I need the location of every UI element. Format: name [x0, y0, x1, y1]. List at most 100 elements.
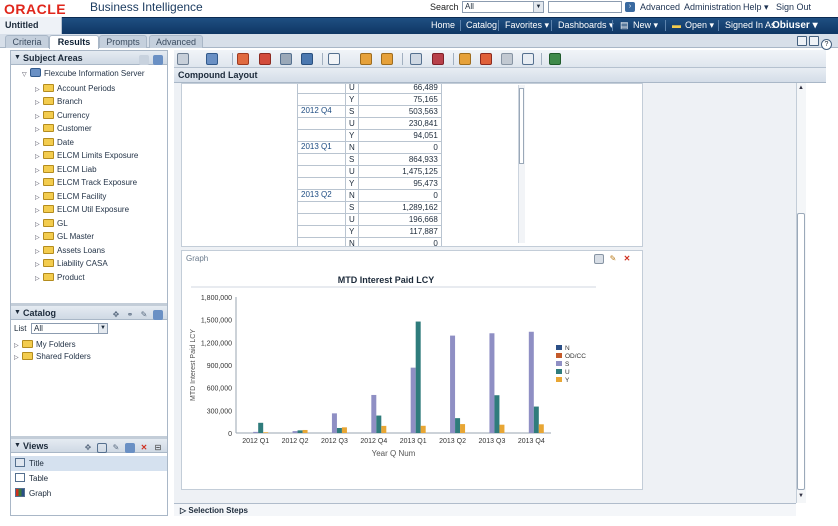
tab-criteria[interactable]: Criteria [5, 35, 49, 48]
tree-folder[interactable]: ▷ Assets Loans [35, 244, 105, 257]
toolbar-separator [322, 53, 323, 65]
tree-folder[interactable]: ▷ Account Periods [35, 82, 115, 95]
search-icon[interactable]: ✥ [111, 310, 121, 320]
collapse-icon[interactable]: ▼ [14, 439, 21, 453]
new-view-icon[interactable] [97, 442, 107, 453]
view-item-title[interactable]: Title [11, 456, 167, 471]
advanced-link[interactable]: Advanced [640, 2, 680, 12]
tree-folder[interactable]: ▷ ELCM Facility [35, 190, 106, 203]
collapse-icon[interactable]: ▼ [14, 51, 21, 65]
expand-icon[interactable]: ▷ [14, 352, 22, 365]
save-icon[interactable] [797, 36, 807, 46]
show-results-icon[interactable] [259, 53, 271, 65]
nav-home[interactable]: Home [431, 17, 455, 34]
refresh-icon[interactable] [153, 54, 163, 65]
new-view-icon[interactable] [328, 53, 340, 65]
view-item-label: Table [29, 474, 49, 483]
help-link[interactable]: Help ▾ [743, 2, 769, 13]
tree-folder[interactable]: ▷ Date [35, 136, 74, 149]
table-row: U 196,668 [297, 213, 442, 226]
search-scope-select[interactable]: All ▼ [462, 1, 544, 13]
properties-icon[interactable]: ⊟ [153, 443, 163, 453]
column-props-icon[interactable] [522, 53, 534, 65]
duplicate-icon[interactable] [125, 442, 135, 453]
tab-prompts[interactable]: Prompts [99, 35, 147, 48]
x-tick-label: 2012 Q3 [321, 438, 348, 445]
tree-folder[interactable]: ▷ Liability CASA [35, 257, 108, 270]
nav-separator [498, 20, 499, 31]
nav-open[interactable]: Open ▾ [685, 17, 714, 34]
save-as-icon[interactable] [809, 36, 819, 46]
scroll-down-icon[interactable]: ▼ [798, 493, 804, 499]
view-item-label: Graph [29, 489, 52, 498]
tree-root[interactable]: ▽ Flexcube Information Server [22, 67, 145, 80]
tab-results[interactable]: Results [49, 35, 99, 49]
nav-catalog[interactable]: Catalog [466, 17, 497, 34]
folder-icon [43, 138, 54, 146]
properties-icon[interactable] [459, 53, 471, 65]
catalog-folder[interactable]: ▷ Shared Folders [14, 350, 91, 363]
add-view-icon[interactable]: ✥ [83, 443, 93, 453]
edit-icon[interactable]: ✎ [139, 310, 149, 320]
tree-folder[interactable]: ▷ Customer [35, 122, 92, 135]
tree-folder[interactable]: ▷ GL [35, 217, 68, 230]
nav-dashboards[interactable]: Dashboards ▾ [558, 17, 614, 34]
add-subject-area-icon[interactable] [139, 54, 149, 65]
view-item-graph[interactable]: Graph [11, 486, 167, 501]
table-row: U 230,841 [297, 117, 442, 130]
refresh-results-icon[interactable] [237, 53, 249, 65]
tree-folder[interactable]: ▷ ELCM Liab [35, 163, 97, 176]
table-scrollbar-thumb[interactable] [519, 88, 524, 164]
sort-icon[interactable] [549, 53, 561, 65]
selection-steps-icon[interactable] [381, 53, 393, 65]
tree-folder[interactable]: ▷ Branch [35, 95, 82, 108]
edit-analysis-icon[interactable] [410, 53, 422, 65]
close-icon[interactable]: ? [821, 39, 832, 50]
value-cell: 230,841 [357, 117, 442, 130]
view-item-table[interactable]: Table [11, 471, 167, 486]
folder-icon [43, 219, 54, 227]
search-go-icon[interactable]: › [625, 2, 635, 12]
quarter-cell [297, 177, 346, 190]
delete-icon[interactable]: ✕ [622, 254, 632, 264]
print-icon[interactable] [177, 53, 189, 65]
value-cell: 94,051 [357, 129, 442, 142]
tab-advanced[interactable]: Advanced [149, 35, 203, 48]
tree-folder[interactable]: ▷ ELCM Track Exposure [35, 176, 137, 189]
folder-icon [43, 124, 54, 132]
format-icon[interactable] [480, 53, 492, 65]
administration-link[interactable]: Administration [684, 2, 741, 12]
expand-icon[interactable]: ▽ [22, 69, 30, 82]
pdf-preview-icon[interactable] [301, 53, 313, 65]
delete-icon[interactable]: ✕ [139, 443, 149, 453]
value-cell: 196,668 [357, 213, 442, 226]
merge-icon[interactable] [501, 53, 513, 65]
sign-out-link[interactable]: Sign Out [776, 2, 811, 12]
print-preview-icon[interactable] [280, 53, 292, 65]
nav-new[interactable]: New ▾ [633, 17, 658, 34]
edit-icon[interactable]: ✎ [608, 254, 618, 264]
catalog-list-select[interactable]: All ▼ [31, 323, 108, 334]
remove-view-icon[interactable] [594, 253, 604, 264]
filters-icon[interactable] [360, 53, 372, 65]
chart-title: MTD Interest Paid LCY [338, 275, 435, 285]
tree-folder[interactable]: ▷ GL Master [35, 230, 94, 243]
expand-icon[interactable]: ▷ [35, 273, 43, 286]
scroll-up-icon[interactable]: ▲ [798, 85, 804, 91]
export-icon[interactable] [206, 53, 218, 65]
tree-folder[interactable]: ▷ Currency [35, 109, 89, 122]
search-input[interactable] [548, 1, 622, 13]
selection-steps-bar[interactable]: ▷ Selection Steps [174, 503, 796, 516]
layout-scrollbar-thumb[interactable] [797, 213, 805, 490]
collapse-icon[interactable]: ▼ [14, 306, 21, 320]
refresh-icon[interactable] [153, 309, 163, 320]
nav-separator [460, 20, 461, 31]
tree-folder[interactable]: ▷ Product [35, 271, 85, 284]
nav-favorites[interactable]: Favorites ▾ [505, 17, 549, 34]
tree-folder[interactable]: ▷ ELCM Util Exposure [35, 203, 129, 216]
tree-folder[interactable]: ▷ ELCM Limits Exposure [35, 149, 138, 162]
user-menu[interactable]: Obiuser ▾ [772, 17, 818, 34]
excel-icon[interactable] [432, 53, 444, 65]
find-icon[interactable]: ⚭ [125, 310, 135, 320]
edit-icon[interactable]: ✎ [111, 443, 121, 453]
